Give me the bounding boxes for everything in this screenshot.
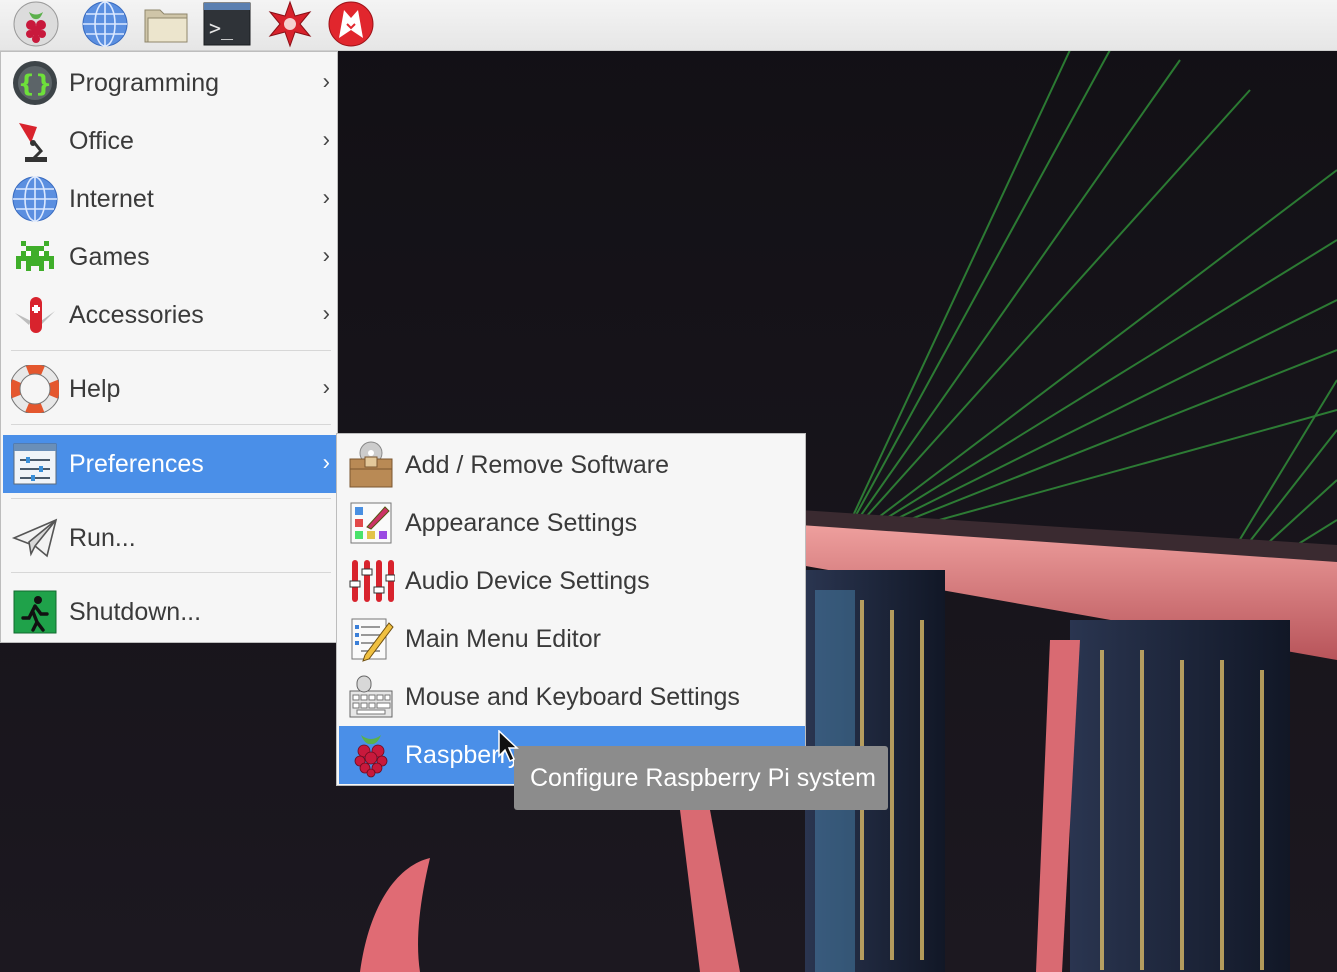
mouse-pointer-icon: [498, 730, 519, 763]
submenu-item-appearance-settings[interactable]: Appearance Settings: [339, 494, 805, 552]
file-manager-icon[interactable]: [142, 0, 190, 48]
pocket-knife-icon: [9, 289, 61, 341]
menu-item-help[interactable]: Help ›: [3, 360, 336, 418]
tooltip: Configure Raspberry Pi system: [514, 746, 888, 810]
menu-item-programming[interactable]: {} Programming ›: [3, 54, 336, 112]
menu-label: Office: [69, 126, 134, 155]
chevron-right-icon: ›: [322, 300, 330, 326]
chevron-right-icon: ›: [322, 242, 330, 268]
submenu-label: Mouse and Keyboard Settings: [405, 682, 740, 711]
menu-item-internet[interactable]: Internet ›: [3, 170, 336, 228]
submenu-label: Appearance Settings: [405, 508, 638, 537]
submenu-item-mouse-keyboard-settings[interactable]: Mouse and Keyboard Settings: [339, 668, 805, 726]
menu-separator: [11, 350, 331, 351]
menu-item-games[interactable]: Games ›: [3, 228, 336, 286]
mathematica-icon[interactable]: [266, 0, 314, 48]
chevron-right-icon: ›: [322, 68, 330, 94]
chevron-right-icon: ›: [322, 449, 330, 475]
chevron-right-icon: ›: [322, 126, 330, 152]
submenu-item-add-remove-software[interactable]: Add / Remove Software: [339, 436, 805, 494]
menu-item-shutdown[interactable]: Shutdown...: [3, 583, 336, 641]
palette-icon: [345, 497, 397, 549]
chevron-right-icon: ›: [322, 374, 330, 400]
menu-label: Shutdown...: [69, 597, 202, 626]
menu-item-run[interactable]: Run...: [3, 509, 336, 567]
menu-separator: [11, 572, 331, 573]
menu-editor-icon: [345, 613, 397, 665]
exit-icon: [9, 586, 61, 638]
submenu-item-main-menu-editor[interactable]: Main Menu Editor: [339, 610, 805, 668]
menu-item-preferences[interactable]: Preferences ›: [3, 435, 336, 493]
submenu-item-audio-device-settings[interactable]: Audio Device Settings: [339, 552, 805, 610]
menu-label: Accessories: [69, 300, 204, 329]
globe-icon: [9, 173, 61, 225]
preferences-submenu: Add / Remove Software Appearance Setting…: [336, 433, 806, 786]
menu-label: Preferences: [69, 449, 204, 478]
submenu-label: Audio Device Settings: [405, 566, 650, 595]
chevron-right-icon: ›: [322, 184, 330, 210]
menu-label: Internet: [69, 184, 154, 213]
menu-item-accessories[interactable]: Accessories ›: [3, 286, 336, 344]
submenu-label: Main Menu Editor: [405, 624, 601, 653]
menu-label: Help: [69, 374, 121, 403]
menu-label: Run...: [69, 523, 136, 552]
paper-plane-icon: [9, 512, 61, 564]
wolfram-icon[interactable]: [327, 0, 375, 48]
menu-label: Games: [69, 242, 150, 271]
menu-separator: [11, 424, 331, 425]
main-menu: {} Programming › Office › Internet › Gam…: [0, 51, 338, 643]
menu-separator: [11, 498, 331, 499]
office-lamp-icon: [9, 115, 61, 167]
raspberry-icon: [345, 729, 397, 781]
mixer-icon: [345, 555, 397, 607]
raspberry-menu-icon[interactable]: [12, 0, 60, 48]
top-panel: >_: [0, 0, 1337, 51]
web-browser-icon[interactable]: [81, 0, 129, 48]
svg-text:{}: {}: [18, 70, 52, 98]
menu-label: Programming: [69, 68, 220, 97]
submenu-label: Add / Remove Software: [405, 450, 670, 479]
terminal-icon[interactable]: >_: [203, 0, 251, 48]
package-icon: [345, 439, 397, 491]
preferences-icon: [9, 438, 61, 490]
programming-icon: {}: [9, 57, 61, 109]
lifebuoy-icon: [9, 363, 61, 415]
svg-text:>_: >_: [209, 16, 234, 40]
space-invader-icon: [9, 231, 61, 283]
keyboard-mouse-icon: [345, 671, 397, 723]
menu-item-office[interactable]: Office ›: [3, 112, 336, 170]
